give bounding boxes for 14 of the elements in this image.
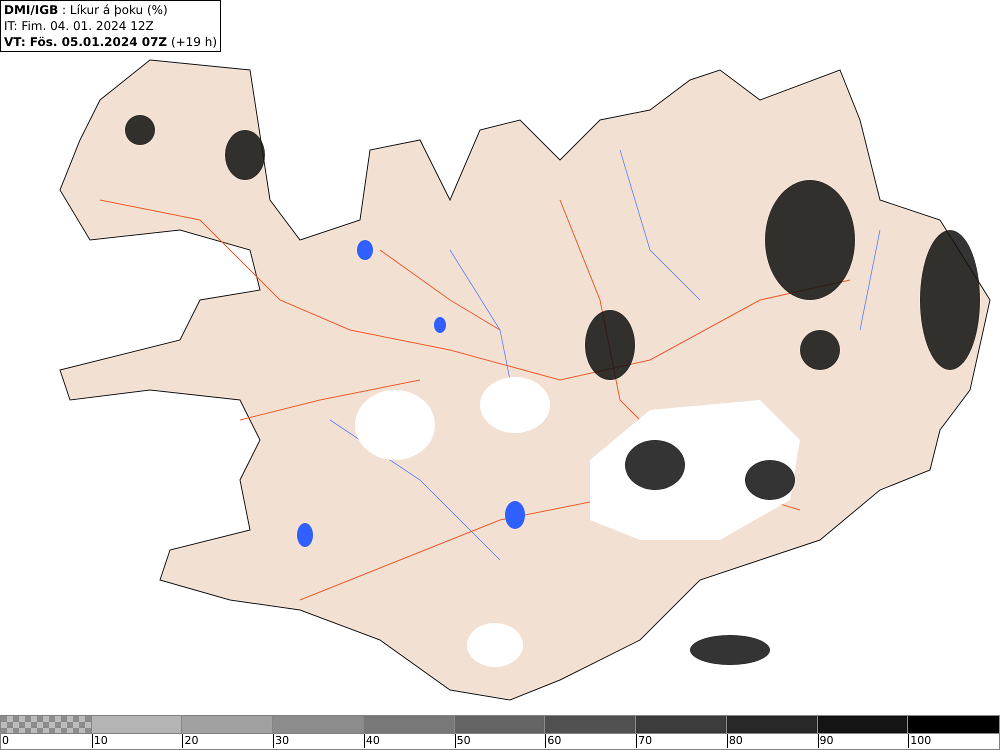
- colorbar-label: 20: [184, 734, 198, 747]
- colorbar-label: 10: [94, 734, 108, 747]
- colorbar-label: 90: [820, 734, 834, 747]
- legend-text: VT: Fös. 05.01.2024 07Z (+19 h): [4, 34, 218, 50]
- colorbar-label: 80: [728, 734, 743, 747]
- colorbar-label: 70: [638, 734, 652, 747]
- colorbar-label: 100: [910, 734, 932, 747]
- legend-text: DMI/IGB : Líkur á þoku (%): [4, 2, 169, 18]
- colorbar-label: 60: [547, 734, 562, 747]
- colorbar-label: 40: [366, 734, 380, 747]
- colorbar-label: 0: [2, 734, 9, 747]
- legend-text: IT: Fim. 04. 01. 2024 12Z: [4, 18, 155, 34]
- colorbar-label: 50: [456, 734, 471, 747]
- colorbar-label: 30: [275, 734, 290, 747]
